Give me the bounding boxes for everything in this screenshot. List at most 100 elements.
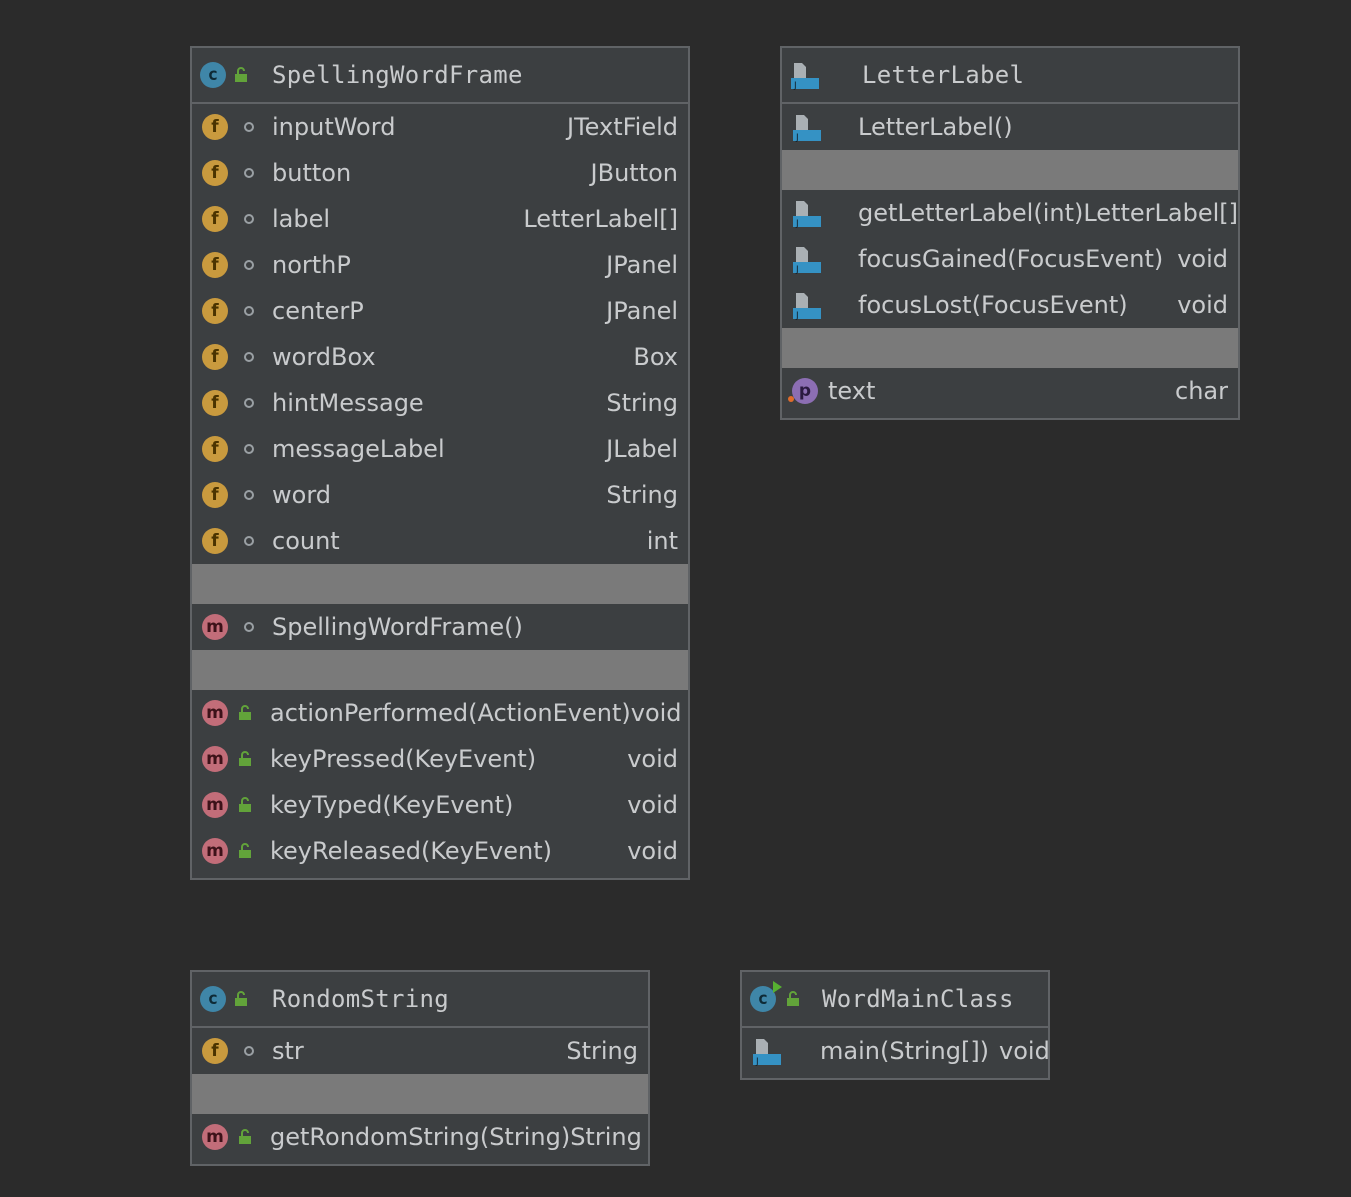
- field-name: centerP: [272, 297, 364, 325]
- field-icon: f: [202, 114, 228, 140]
- field-row[interactable]: f button JButton: [192, 150, 688, 196]
- class-header[interactable]: c SpellingWordFrame: [192, 48, 688, 104]
- public-lock-icon: [238, 1129, 252, 1145]
- field-name: label: [272, 205, 331, 233]
- field-type: String: [566, 1037, 638, 1065]
- package-visibility-icon: [244, 214, 254, 224]
- field-row[interactable]: f count int: [192, 518, 688, 564]
- override-marker: [788, 396, 794, 402]
- field-row[interactable]: f label LetterLabel[]: [192, 196, 688, 242]
- field-icon: f: [202, 252, 228, 278]
- svg-text:J: J: [795, 133, 799, 142]
- field-row[interactable]: f wordBox Box: [192, 334, 688, 380]
- methods-section: JgetLetterLabel(int) LetterLabel[] JfocusG…: [782, 190, 1238, 328]
- run-marker: [773, 981, 782, 993]
- method-icon: m: [202, 1124, 228, 1150]
- method-row[interactable]: JfocusLost(FocusEvent) void: [782, 282, 1238, 328]
- method-icon: m: [202, 746, 228, 772]
- field-icon: f: [202, 206, 228, 232]
- field-row[interactable]: f centerP JPanel: [192, 288, 688, 334]
- method-row[interactable]: J main(String[]) void: [742, 1028, 1050, 1074]
- section-separator: [782, 150, 1238, 190]
- method-icon: m: [202, 614, 228, 640]
- method-row[interactable]: m getRondomString(String) String: [192, 1114, 648, 1160]
- method-type: String: [570, 1123, 642, 1151]
- svg-text:J: J: [793, 81, 797, 90]
- svg-text:J: J: [795, 219, 799, 228]
- class-box-wordmainclass[interactable]: c WordMainClass J main(String[]) void: [740, 970, 1050, 1080]
- method-name: keyTyped(KeyEvent): [270, 791, 514, 819]
- method-type: void: [627, 745, 678, 773]
- class-header[interactable]: c RondomString: [192, 972, 648, 1028]
- field-type: String: [606, 481, 678, 509]
- field-name: messageLabel: [272, 435, 445, 463]
- package-visibility-icon: [244, 306, 254, 316]
- package-visibility-icon: [244, 622, 254, 632]
- field-type: int: [646, 527, 678, 555]
- field-name: word: [272, 481, 331, 509]
- field-name: northP: [272, 251, 351, 279]
- method-row[interactable]: JgetLetterLabel(int) LetterLabel[]: [782, 190, 1238, 236]
- method-type: LetterLabel[]: [1083, 199, 1238, 227]
- field-name: count: [272, 527, 340, 555]
- public-lock-icon: [234, 67, 248, 83]
- method-type: void: [999, 1037, 1050, 1065]
- class-box-letterlabel[interactable]: J LetterLabel J LetterLabel() JgetLetter…: [780, 46, 1240, 420]
- package-visibility-icon: [244, 398, 254, 408]
- package-visibility-icon: [244, 536, 254, 546]
- method-row[interactable]: m keyPressed(KeyEvent) void: [192, 736, 688, 782]
- package-visibility-icon: [244, 352, 254, 362]
- field-type: JButton: [590, 159, 678, 187]
- constructor-name: SpellingWordFrame(): [272, 613, 523, 641]
- method-name: getLetterLabel(int): [858, 199, 1084, 227]
- field-row[interactable]: f messageLabel JLabel: [192, 426, 688, 472]
- svg-text:J: J: [795, 265, 799, 274]
- field-icon: f: [202, 298, 228, 324]
- method-name: getRondomString(String): [270, 1123, 571, 1151]
- field-name: button: [272, 159, 352, 187]
- java-source-icon: J: [793, 201, 821, 228]
- java-source-icon: J: [793, 247, 821, 274]
- package-visibility-icon: [244, 260, 254, 270]
- class-header[interactable]: c WordMainClass: [742, 972, 1048, 1028]
- public-lock-icon: [238, 705, 252, 721]
- field-row[interactable]: f inputWord JTextField: [192, 104, 688, 150]
- method-name: focusLost(FocusEvent): [858, 291, 1128, 319]
- constructor-row[interactable]: m SpellingWordFrame(): [192, 604, 688, 650]
- field-icon: f: [202, 528, 228, 554]
- property-row[interactable]: p text char: [782, 368, 1238, 414]
- field-row[interactable]: f northP JPanel: [192, 242, 688, 288]
- field-row[interactable]: f hintMessage String: [192, 380, 688, 426]
- field-row[interactable]: f str String: [192, 1028, 648, 1074]
- method-row[interactable]: JfocusGained(FocusEvent) void: [782, 236, 1238, 282]
- class-box-spellingwordframe[interactable]: c SpellingWordFrame f inputWord JTextField…: [190, 46, 690, 880]
- class-name: LetterLabel: [862, 61, 1025, 89]
- field-type: LetterLabel[]: [523, 205, 678, 233]
- method-name: main(String[]): [820, 1037, 990, 1065]
- class-icon: c: [200, 62, 226, 88]
- section-separator: [782, 328, 1238, 368]
- method-icon: m: [202, 838, 228, 864]
- field-type: JLabel: [606, 435, 678, 463]
- class-header[interactable]: J LetterLabel: [782, 48, 1238, 104]
- constructor-row[interactable]: J LetterLabel(): [782, 104, 1238, 150]
- method-row[interactable]: m keyTyped(KeyEvent) void: [192, 782, 688, 828]
- field-icon: f: [202, 344, 228, 370]
- field-row[interactable]: f word String: [192, 472, 688, 518]
- package-visibility-icon: [244, 490, 254, 500]
- java-source-icon: J: [753, 1039, 781, 1066]
- class-box-rondomstring[interactable]: c RondomString f str String m getRondomS…: [190, 970, 650, 1166]
- method-name: keyReleased(KeyEvent): [270, 837, 553, 865]
- section-separator: [192, 1074, 648, 1114]
- method-name: keyPressed(KeyEvent): [270, 745, 537, 773]
- method-row[interactable]: m keyReleased(KeyEvent) void: [192, 828, 688, 874]
- field-name: wordBox: [272, 343, 376, 371]
- package-visibility-icon: [244, 1046, 254, 1056]
- method-row[interactable]: m actionPerformed(ActionEvent) void: [192, 690, 688, 736]
- java-source-icon: J: [791, 63, 819, 90]
- method-type: void: [627, 837, 678, 865]
- svg-text:J: J: [755, 1057, 759, 1066]
- public-lock-icon: [786, 991, 800, 1007]
- class-name: RondomString: [272, 985, 449, 1013]
- constructor-name: LetterLabel(): [858, 113, 1013, 141]
